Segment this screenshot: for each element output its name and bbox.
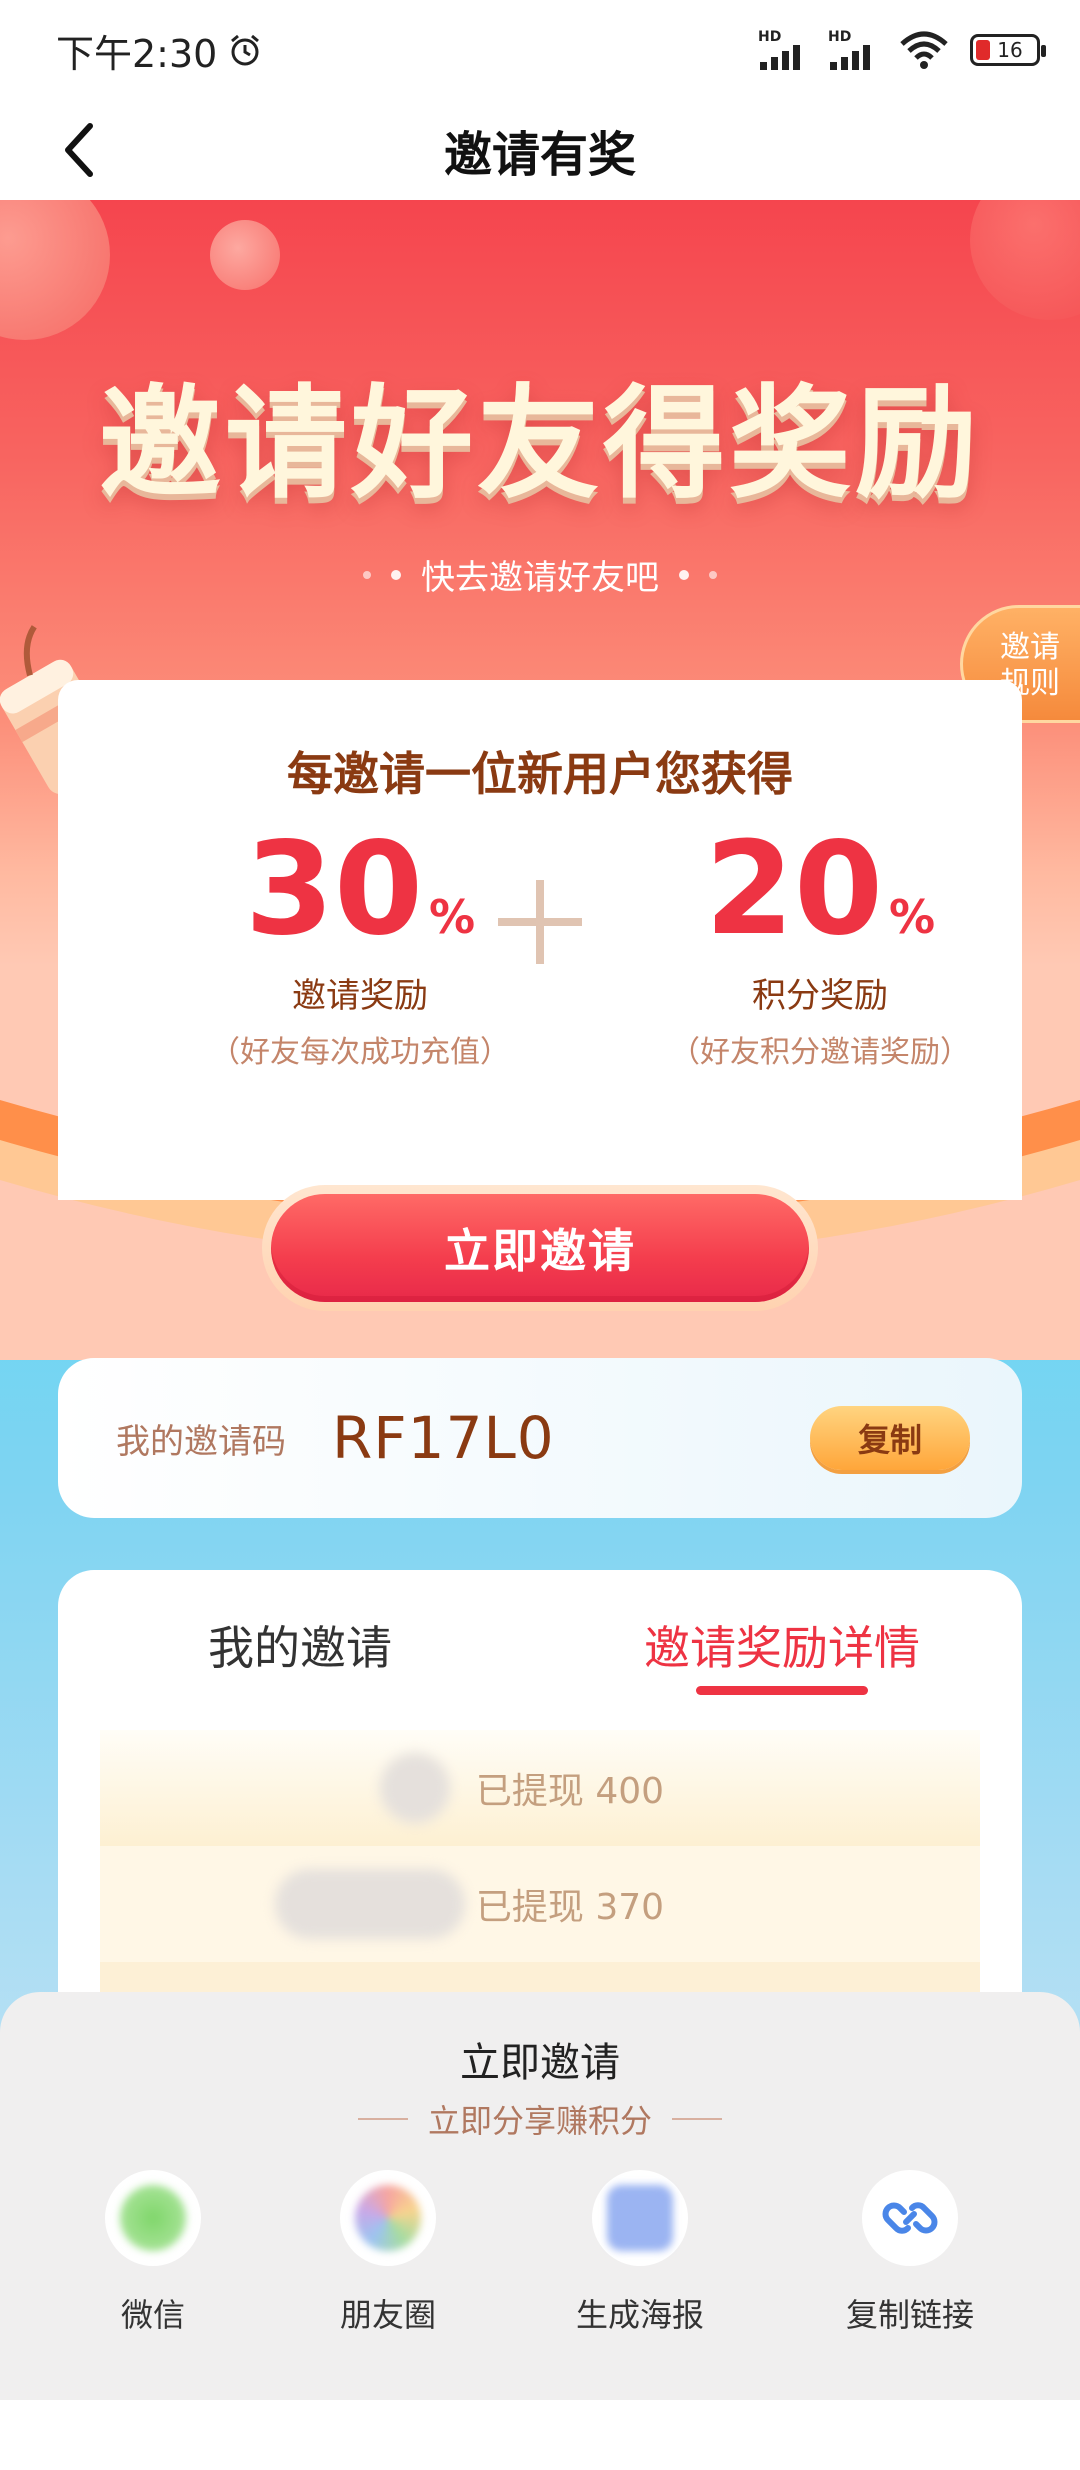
points-reward-note: （好友积分邀请奖励） <box>670 1035 970 1070</box>
invite-code-value: RF17L0 <box>332 1404 555 1472</box>
status-time: 下午2:30 <box>56 31 218 76</box>
hero-subline: 快去邀请好友吧 <box>0 550 1080 599</box>
tab-reward-details[interactable]: 邀请奖励详情 <box>644 1612 920 1678</box>
share-sheet-subtitle-text: 立即分享赚积分 <box>427 2102 652 2140</box>
share-poster[interactable]: 生成海报 <box>540 2170 740 2336</box>
hero-subline-text: 快去邀请好友吧 <box>421 558 659 598</box>
reward-title: 每邀请一位新用户您获得 <box>287 747 793 801</box>
chevron-left-icon <box>65 123 93 177</box>
alarm-icon <box>231 34 260 66</box>
invite-code-card: 我的邀请码 RF17L0 复制 <box>58 1358 1022 1518</box>
share-moments[interactable]: 朋友圈 <box>288 2170 488 2336</box>
nav-bar: 邀请有奖 <box>0 100 1080 200</box>
share-sheet-subtitle: 立即分享赚积分 <box>0 2096 1080 2142</box>
invite-reward-unit: % <box>429 890 476 944</box>
invite-reward: 30% 邀请奖励 （好友每次成功充值） <box>170 820 550 1071</box>
points-reward-label: 积分奖励 <box>752 976 888 1016</box>
share-wechat-label: 微信 <box>120 2296 185 2334</box>
reward-list: 已提现 400 已提现 370 <box>100 1730 980 2022</box>
share-wechat[interactable]: 微信 <box>53 2170 253 2336</box>
list-item: 已提现 370 <box>100 1846 980 1962</box>
invite-reward-note: （好友每次成功充值） <box>210 1035 510 1070</box>
share-moments-label: 朋友圈 <box>339 2296 436 2334</box>
decor-bubble <box>970 200 1080 320</box>
moments-icon <box>340 2170 436 2266</box>
share-sheet-title: 立即邀请 <box>460 2040 620 2086</box>
plus-icon <box>498 880 582 964</box>
battery-icon: 16 <box>970 34 1046 66</box>
tab-my-invites[interactable]: 我的邀请 <box>208 1612 392 1678</box>
invite-code-label: 我的邀请码 <box>116 1421 286 1462</box>
copy-code-button[interactable]: 复制 <box>810 1406 970 1470</box>
wechat-icon <box>105 2170 201 2266</box>
invite-now-label: 立即邀请 <box>271 1194 809 1302</box>
avatar <box>275 1869 465 1939</box>
list-item: 已提现 400 <box>100 1730 980 1846</box>
status-bar: 下午2:30 HD HD 16 <box>0 0 1080 100</box>
share-copy-link-label: 复制链接 <box>845 2296 974 2334</box>
points-reward-value: 20 <box>704 815 884 964</box>
decor-bubble <box>0 200 110 340</box>
invite-now-button[interactable]: 立即邀请 <box>262 1185 818 1311</box>
decor-bubble <box>210 220 280 290</box>
signal-icon-2: HD <box>828 30 878 70</box>
active-tab-indicator <box>696 1686 868 1695</box>
hero-headline: 邀请好友得奖励 <box>99 373 981 515</box>
reward-card: 每邀请一位新用户您获得 30% 邀请奖励 （好友每次成功充值） 20% 积分奖励… <box>58 680 1022 1200</box>
invite-reward-value: 30 <box>244 815 424 964</box>
page-title: 邀请有奖 <box>443 127 636 183</box>
list-item-status: 已提现 400 <box>475 1771 665 1812</box>
share-poster-label: 生成海报 <box>575 2296 704 2334</box>
invite-reward-label: 邀请奖励 <box>292 976 428 1016</box>
share-copy-link[interactable]: 复制链接 <box>810 2170 1010 2336</box>
wifi-icon <box>900 31 948 69</box>
points-reward-unit: % <box>889 890 936 944</box>
share-sheet: 立即邀请 立即分享赚积分 微信 朋友圈 生成海报 复制链接 <box>0 1992 1080 2400</box>
list-item-status: 已提现 370 <box>475 1887 665 1928</box>
avatar <box>380 1753 450 1823</box>
signal-icon: HD <box>758 30 808 70</box>
points-reward: 20% 积分奖励 （好友积分邀请奖励） <box>630 820 1010 1071</box>
poster-icon <box>592 2170 688 2266</box>
back-button[interactable] <box>48 118 112 182</box>
link-icon <box>862 2170 958 2266</box>
